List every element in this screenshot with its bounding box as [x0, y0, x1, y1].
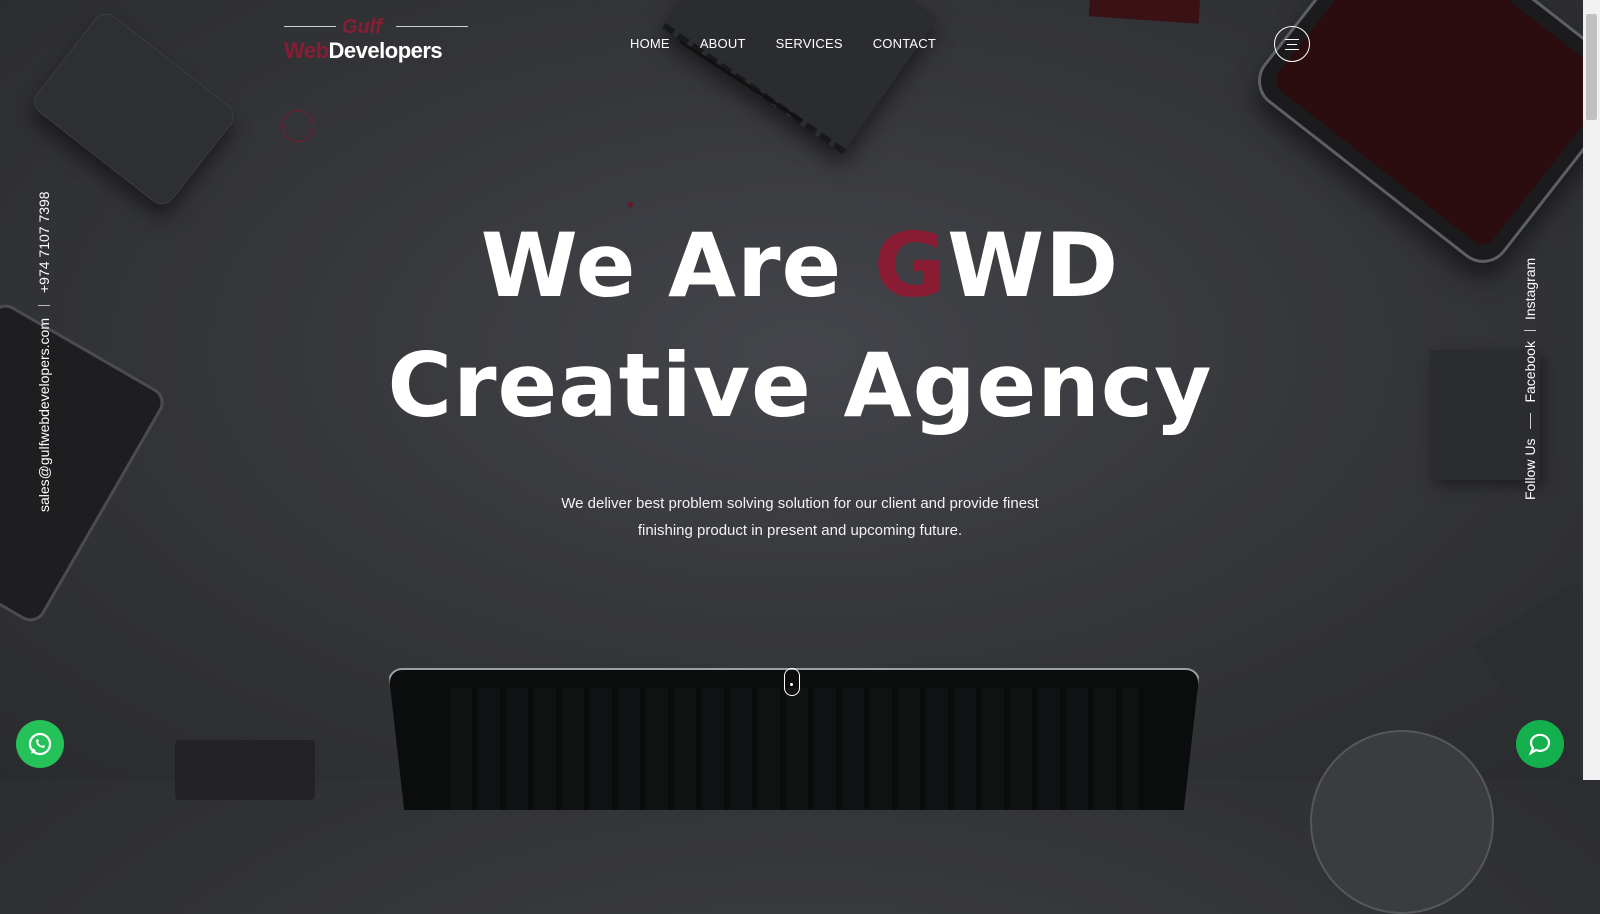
disc-decoration	[1310, 730, 1494, 914]
chat-icon[interactable]	[1516, 720, 1564, 768]
hero-subtitle: We deliver best problem solving solution…	[540, 490, 1060, 544]
site-logo[interactable]: Gulf WebDevelopers	[284, 16, 469, 64]
logo-gulf-text: Gulf	[342, 16, 382, 38]
chat-glyph	[1528, 733, 1551, 756]
hero-subtitle-line-2: finishing product in present and upcomin…	[637, 522, 963, 539]
nav-about[interactable]: ABOUT	[700, 36, 746, 51]
nav-contact[interactable]: CONTACT	[873, 36, 936, 51]
logo-line-left	[284, 26, 336, 27]
hero-line-1-pre: We Are	[480, 214, 874, 317]
nav-services[interactable]: SERVICES	[776, 36, 843, 51]
scrollbar-thumb[interactable]	[1586, 14, 1597, 120]
page-scrollbar[interactable]	[1583, 0, 1600, 780]
main-nav: HOME ABOUT SERVICES CONTACT	[630, 36, 936, 51]
menu-bar	[1285, 38, 1299, 40]
logo-line-right	[396, 26, 468, 27]
keyboard-decoration	[450, 688, 1138, 810]
nav-home[interactable]: HOME	[630, 36, 670, 51]
hero-title: We Are GWD Creative Agency	[0, 206, 1600, 446]
scroll-down-icon[interactable]	[784, 668, 800, 696]
menu-icon[interactable]	[1274, 26, 1310, 62]
whatsapp-glyph	[28, 732, 52, 756]
menu-bar	[1285, 48, 1299, 50]
hero-line-1-post: WD	[947, 214, 1120, 317]
red-book-decoration	[1088, 0, 1202, 24]
hero-subtitle-line-1: We deliver best problem solving solution…	[561, 495, 1039, 512]
logo-web-text: Web	[284, 38, 329, 63]
logo-wordmark: WebDevelopers	[284, 38, 443, 64]
menu-bar	[1287, 43, 1297, 45]
whatsapp-icon[interactable]	[16, 720, 64, 768]
hard-drive-decoration	[28, 7, 240, 211]
book-decoration	[175, 740, 315, 800]
notebook-decoration	[662, 0, 938, 155]
hero-accent-letter: G	[873, 214, 948, 317]
ring-decoration	[282, 110, 314, 142]
hero-line-2: Creative Agency	[387, 334, 1213, 437]
follow-us-label: Follow Us	[1522, 438, 1538, 500]
logo-developers-text: Developers	[328, 38, 443, 63]
hero-line-1: We Are GWD	[481, 214, 1119, 317]
